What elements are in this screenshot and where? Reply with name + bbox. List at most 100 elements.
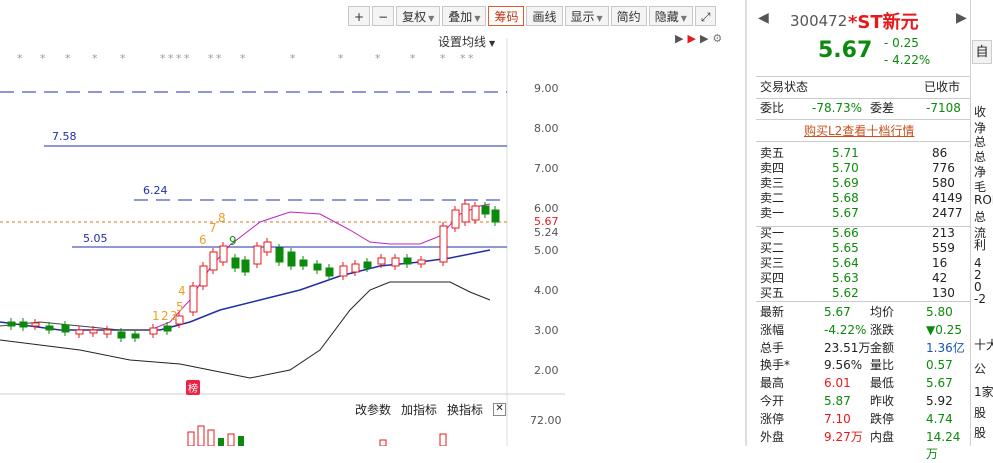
stat-v2: 0.57 (926, 358, 953, 373)
ranking-badge[interactable]: 榜 (186, 380, 200, 395)
stat-row: 今开 5.87 昨收 5.92 (760, 393, 966, 410)
stock-code: 300472 (790, 12, 848, 30)
stat-l2: 均价 (870, 305, 895, 319)
wave-label: 6 (199, 233, 207, 247)
toolbar-button-3[interactable]: 叠加 ▼ (442, 6, 487, 26)
y-tick: 5.00 (534, 244, 559, 257)
y-tick: 4.00 (534, 284, 559, 297)
candle-body (377, 257, 386, 265)
bookmark-icon[interactable]: ▶ (700, 32, 708, 45)
star-mark: * (40, 52, 46, 65)
order-diff-label: 委差 (870, 101, 895, 115)
toolbar-button-6[interactable]: 显示 ▼ (564, 6, 609, 26)
toolbar-button-2[interactable]: 复权 ▼ (396, 6, 441, 26)
toolbar-button-8[interactable]: 隐藏 ▼ (648, 6, 693, 26)
volume-chart[interactable] (0, 424, 507, 446)
side-item: -2 (974, 292, 986, 306)
toolbar-button-7[interactable]: 简约 (610, 6, 647, 26)
flag-icon[interactable]: ▶ (675, 32, 683, 45)
side-item: 公 (974, 362, 987, 376)
wave-label: 4 (178, 284, 186, 298)
stat-v2: 5.80 (926, 305, 953, 319)
toolbar-button-label: 画线 (532, 10, 557, 24)
side-item: 股 (974, 406, 987, 420)
stat-row: 涨幅 -4.22% 涨跌 ▼0.25 (760, 322, 966, 339)
ma-setting-button[interactable]: 设置均线 ▼ (438, 33, 495, 50)
stat-l1: 换手* (760, 358, 791, 373)
trade-status-label: 交易状态 (760, 80, 809, 94)
toolbar-button-label: 简约 (616, 10, 641, 24)
change-params-button[interactable]: 改参数 (355, 401, 391, 418)
toolbar-button-label: 叠加 (448, 10, 473, 24)
toolbar-button-1[interactable]: − (372, 6, 395, 26)
stat-v1: -4.22% (824, 322, 867, 337)
prev-stock-icon[interactable]: ◀ (758, 10, 769, 26)
finance-side-panel[interactable]: 收净总总净毛ROE总流利420-2十大公1家股股 (970, 0, 993, 446)
price-change-pct: - 4.22% (884, 53, 931, 67)
stat-v2: ▼0.25 (926, 322, 962, 337)
side-toggle-button[interactable]: 自 (972, 40, 992, 64)
chart-tool-icons: ▶ ▶ ▶ ⚙ (675, 32, 722, 45)
toolbar-button-0[interactable]: + (348, 6, 371, 26)
asks-price: 5.67 (832, 206, 859, 220)
marker-icon[interactable]: ▶ (687, 32, 695, 45)
swap-indicator-button[interactable]: 换指标 (447, 401, 483, 418)
panel-divider[interactable] (745, 0, 747, 446)
toolbar-button-label: − (378, 10, 389, 24)
stat-row: 总手 23.51万 金额 1.36亿 (760, 340, 966, 357)
side-item: 利 (974, 238, 987, 252)
candle-body (163, 325, 172, 332)
order-ratio-value: -78.73% (812, 101, 863, 115)
dropdown-arrow-icon: ▼ (680, 14, 687, 23)
trade-status-row: 交易状态 已收市 (760, 79, 966, 96)
l2-upgrade-link[interactable]: 购买L2查看十档行情 (804, 122, 914, 139)
candle-body (89, 329, 98, 334)
candle-body (325, 267, 334, 277)
candle-body (339, 265, 348, 277)
stat-l1: 外盘 (760, 429, 785, 444)
order-diff-value: -7108 (926, 101, 961, 115)
stat-l2: 金额 (870, 340, 895, 355)
y-axis: 9.00 8.00 7.00 6.00 5.24 5.00 4.00 3.00 … (514, 0, 564, 400)
stat-l1: 涨停 (760, 411, 785, 426)
candle-body (491, 209, 500, 223)
candle-body (391, 257, 400, 267)
bids-row[interactable]: 买五 5.62 130 (760, 285, 966, 302)
level-label-low: 5.05 (83, 232, 108, 245)
stat-l1: 最新 (760, 305, 785, 319)
candle-body (471, 205, 480, 221)
expand-icon[interactable]: ⤢ (694, 6, 717, 26)
candle-body (241, 259, 250, 273)
toolbar-button-4[interactable]: 筹码 (488, 6, 525, 26)
candle-body (287, 251, 296, 267)
asks-row[interactable]: 卖一 5.67 2477 (760, 205, 966, 222)
candle-body (7, 321, 16, 327)
stat-row: 涨停 7.10 跌停 4.74 (760, 411, 966, 428)
candle-body (189, 285, 198, 313)
candle-body (231, 257, 240, 269)
dropdown-arrow-icon: ▼ (596, 14, 603, 23)
toolbar-button-label: 筹码 (494, 10, 519, 24)
candle-body (209, 251, 218, 271)
candle-body (61, 324, 70, 333)
add-indicator-button[interactable]: 加指标 (401, 401, 437, 418)
candlesticks (7, 200, 500, 342)
price-chart[interactable] (0, 0, 565, 446)
candle-body (131, 333, 140, 339)
toolbar-button-5[interactable]: 画线 (526, 6, 563, 26)
stat-l2: 跌停 (870, 411, 895, 426)
asks-vol: 2477 (932, 206, 963, 220)
next-stock-icon[interactable]: ▶ (956, 10, 967, 26)
dropdown-arrow-icon: ▼ (428, 14, 435, 23)
order-ratio-row: 委比 -78.73% 委差 -7108 (760, 100, 966, 117)
stat-v1: 7.10 (824, 411, 851, 426)
kline-chart-panel[interactable]: 9.00 8.00 7.00 6.00 5.24 5.00 4.00 3.00 … (0, 0, 722, 446)
chart-toolbar: + − 复权 ▼ 叠加 ▼ 筹码 画线 显示 ▼ 简约 隐藏 ▼ ⤢ (348, 6, 717, 28)
y-tick: 3.00 (534, 324, 559, 337)
candle-body (149, 327, 158, 335)
stat-v2: 4.74 (926, 411, 953, 426)
candle-body (451, 209, 460, 229)
close-icon[interactable]: ✕ (493, 403, 507, 416)
settings-icon[interactable]: ⚙ (712, 32, 722, 45)
candle-body (263, 241, 272, 253)
